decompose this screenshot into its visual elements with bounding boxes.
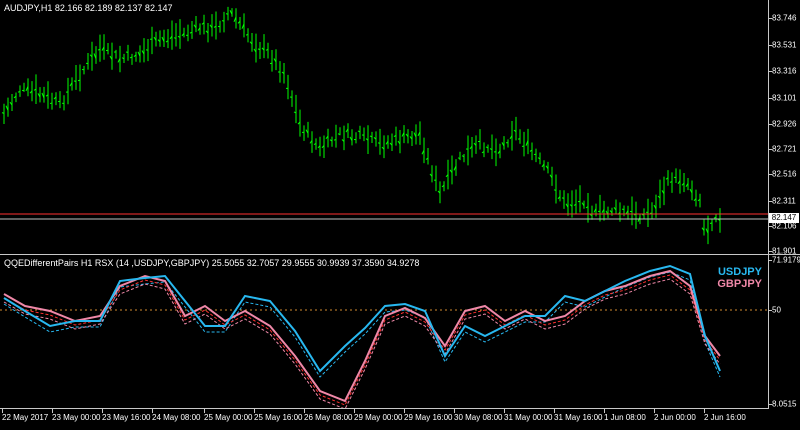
time-tick-label: 29 May 16:00 — [404, 413, 453, 422]
price-bar-tick — [145, 49, 149, 51]
indicator-title: QQEDifferentPairs H1 RSX (14 ,USDJPY,GBP… — [4, 258, 420, 268]
time-tick-label: 29 May 00:00 — [354, 413, 403, 422]
time-tick-label: 31 May 16:00 — [554, 413, 603, 422]
price-tick-label: 82.926 — [772, 119, 797, 129]
price-bar-tick — [225, 13, 229, 15]
price-bar-tick — [49, 102, 53, 105]
price-tick-label: 83.101 — [772, 93, 797, 103]
price-bar-tick — [521, 145, 525, 147]
time-tick-label: 24 May 08:00 — [152, 413, 201, 422]
price-tick-label: 83.316 — [772, 66, 797, 76]
time-tick-label: 1 Jun 08:00 — [604, 413, 646, 422]
time-tick-label: 23 May 00:00 — [52, 413, 101, 422]
time-tick-label: 25 May 00:00 — [204, 413, 253, 422]
price-bar-tick — [553, 189, 557, 191]
price-tick-label: 83.531 — [772, 40, 797, 50]
usdjpy-line — [3, 264, 721, 373]
time-tick-label: 22 May 2017 — [2, 413, 49, 422]
legend-usdjpy: USDJPY — [717, 266, 762, 278]
price-tick-label: 82.311 — [772, 196, 796, 206]
price-bars — [0, 6, 768, 245]
price-chart-pane[interactable] — [0, 0, 768, 254]
pane-separator[interactable] — [0, 254, 800, 255]
price-bar-tick — [709, 222, 713, 224]
price-tick-label: 83.746 — [772, 13, 797, 23]
time-tick-label: 2 Jun 00:00 — [654, 413, 696, 422]
price-bar-tick — [245, 33, 249, 36]
price-bar-tick — [333, 139, 337, 141]
indicator-tick-label: 50 — [772, 305, 781, 315]
price-tick-label: 82.516 — [772, 169, 797, 179]
legend-gbpjpy: GBPJPY — [717, 278, 762, 290]
chart-title: AUDJPY,H1 82.166 82.189 82.137 82.147 — [4, 3, 173, 13]
price-tick-label: 81.901 — [772, 246, 797, 256]
price-bar-tick — [257, 48, 261, 51]
gbpjpy-signal-line-2 — [3, 274, 721, 406]
gbpjpy-line — [3, 269, 721, 403]
time-tick-label: 25 May 16:00 — [254, 413, 303, 422]
price-bar-tick — [77, 79, 81, 82]
time-tick-label: 31 May 00:00 — [504, 413, 553, 422]
price-bar-tick — [73, 80, 77, 82]
indicator-tick-label: 8.0515 — [772, 399, 797, 409]
indicator-lines — [0, 264, 768, 408]
price-bar-tick — [457, 157, 461, 160]
indicator-pane[interactable] — [0, 256, 768, 408]
time-tick-label: 2 Jun 16:00 — [704, 413, 746, 422]
time-tick-label: 23 May 16:00 — [102, 413, 151, 422]
current-price-label: 82.147 — [769, 213, 799, 223]
time-tick-label: 26 May 08:00 — [304, 413, 353, 422]
price-bar-tick — [97, 48, 101, 51]
price-tick-label: 82.721 — [772, 144, 797, 154]
indicator-tick-label: 71.9179 — [772, 255, 800, 265]
price-axis-line — [768, 0, 769, 408]
time-tick-label: 30 May 08:00 — [454, 413, 503, 422]
